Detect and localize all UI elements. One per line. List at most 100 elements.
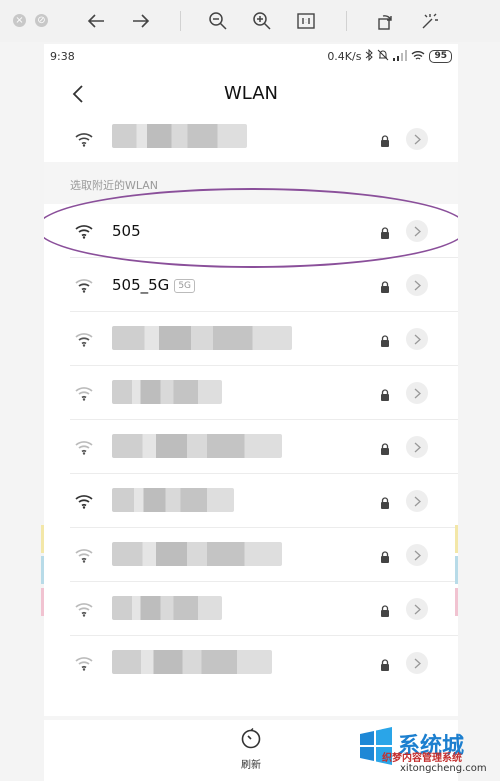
chevron-right-icon [414,550,421,560]
image-viewer-toolbar: × ⊘ [0,0,500,42]
rotate-icon[interactable] [372,8,398,34]
network-details-button[interactable] [406,544,428,566]
network-row[interactable] [44,420,458,474]
chevron-right-icon [414,334,421,344]
lock-icon [380,278,390,293]
edge-strip [41,588,44,616]
obscured-network-name [112,380,222,404]
network-details-button[interactable] [406,436,428,458]
minimize-window-icon[interactable]: ⊘ [35,14,48,27]
wifi-status-icon [411,50,425,64]
watermark-url: xitongcheng.com [400,763,487,774]
toolbar-divider [346,11,347,31]
watermark: 系统城 织梦内容管理系统 xitongcheng.com [356,724,500,781]
connected-network-card [44,118,458,162]
wifi-signal-icon [74,131,94,147]
section-label: 选取附近的WLAN [70,179,159,192]
actual-size-icon[interactable] [293,8,319,34]
wifi-signal-icon [74,385,94,401]
network-row[interactable] [44,474,458,528]
network-row[interactable] [44,366,458,420]
toolbar-divider [180,11,181,31]
obscured-network-name [112,326,292,350]
lock-icon [380,602,390,617]
network-row[interactable] [44,636,458,690]
signal-icon [393,49,408,64]
network-row[interactable] [44,528,458,582]
network-name: 505_5G 5G [112,276,196,294]
refresh-icon [241,728,261,749]
chevron-right-icon [414,388,421,398]
close-window-icon[interactable]: × [13,14,26,27]
wifi-signal-icon [74,223,94,239]
phone-screen: 9:38 0.4K/s 95 WLAN 选取附近的WLAN 505 505_5G… [44,44,458,781]
lock-icon [380,494,390,509]
network-details-button[interactable] [406,382,428,404]
bluetooth-icon [365,48,374,64]
arrow-right-icon[interactable] [128,8,154,34]
network-details-button[interactable] [406,128,428,150]
nearby-networks-list: 505 505_5G 5G [44,204,458,716]
obscured-network-name [112,542,282,566]
lock-icon [380,548,390,563]
navigation-bar: WLAN [44,70,458,118]
edge-strip [455,588,458,616]
wifi-signal-icon [74,493,94,509]
obscured-network-name [112,124,247,148]
network-row[interactable] [44,112,458,166]
wifi-signal-icon [74,331,94,347]
wifi-signal-icon [74,601,94,617]
wifi-signal-icon [74,277,94,293]
lock-icon [380,386,390,401]
battery-indicator: 95 [429,50,452,63]
lock-icon [380,132,390,147]
network-details-button[interactable] [406,328,428,350]
wifi-signal-icon [74,655,94,671]
refresh-button[interactable]: 刷新 [230,728,272,776]
chevron-right-icon [414,658,421,668]
network-name: 505 [112,222,141,240]
edge-strip [41,556,44,584]
status-bar: 9:38 0.4K/s 95 [44,44,458,70]
zoom-in-icon[interactable] [249,8,275,34]
status-icons: 0.4K/s 95 [327,48,452,64]
network-row[interactable] [44,582,458,636]
network-row[interactable] [44,312,458,366]
chevron-right-icon [414,134,421,144]
network-details-button[interactable] [406,652,428,674]
arrow-left-icon[interactable] [83,8,109,34]
watermark-subtitle: 织梦内容管理系统 [382,753,462,764]
network-details-button[interactable] [406,490,428,512]
network-row-505-5g[interactable]: 505_5G 5G [44,258,458,312]
network-details-button[interactable] [406,598,428,620]
obscured-network-name [112,488,234,512]
refresh-label: 刷新 [241,760,261,771]
chevron-right-icon [414,604,421,614]
obscured-network-name [112,650,272,674]
chevron-right-icon [414,280,421,290]
edge-strip [41,525,44,553]
lock-icon [380,332,390,347]
edge-strip [455,525,458,553]
network-details-button[interactable] [406,274,428,296]
page-title: WLAN [223,83,279,104]
chevron-right-icon [414,226,421,236]
network-ssid: 505_5G [112,276,170,294]
lock-icon [380,440,390,455]
network-ssid: 505 [112,222,141,240]
network-details-button[interactable] [406,220,428,242]
band-badge: 5G [174,279,196,293]
chevron-right-icon [414,496,421,506]
lock-icon [380,656,390,671]
network-row-505[interactable]: 505 [44,204,458,258]
lock-icon [380,224,390,239]
mute-icon [377,49,389,64]
edge-strip [455,556,458,584]
wifi-signal-icon [74,547,94,563]
magic-wand-icon[interactable] [417,8,443,34]
obscured-network-name [112,434,282,458]
wifi-signal-icon [74,439,94,455]
obscured-network-name [112,596,222,620]
status-time: 9:38 [50,50,75,63]
zoom-out-icon[interactable] [205,8,231,34]
